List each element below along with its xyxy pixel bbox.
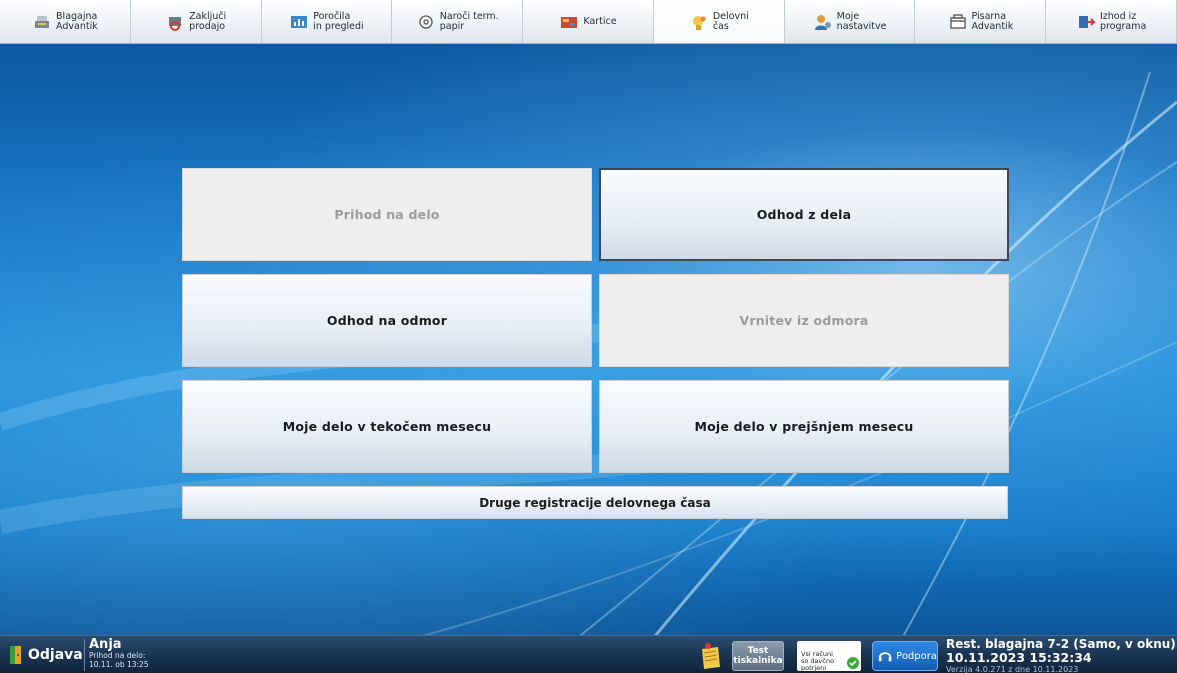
door-exit-icon — [10, 646, 21, 664]
main-toolbar: Blagajna Advantik Zaključi prodajo Poroč… — [0, 0, 1177, 44]
app-version: Verzija 4.0.271 z dne 10.11.2023 — [946, 665, 1079, 673]
toolbar-working-time[interactable]: Delovni čas — [653, 0, 785, 43]
current-user: Anja Prihod na delo: 10.11. ob 13:25 — [89, 638, 149, 669]
toolbar-label: Zaključi prodajo — [189, 10, 227, 32]
office-icon — [949, 13, 966, 29]
station-name: Rest. blagajna 7-2 (Samo, v oknu) — [946, 637, 1176, 651]
toolbar-label: Delovni čas — [712, 10, 749, 32]
leave-button[interactable]: Odhod z dela — [599, 168, 1009, 261]
toolbar-label: Poročila in pregledi — [313, 10, 364, 32]
working-time-icon — [692, 15, 706, 30]
toolbar-close-sale[interactable]: Zaključi prodajo — [131, 0, 262, 43]
status-bar: Odjava Anja Prihod na delo: 10.11. ob 13… — [0, 635, 1177, 673]
divider — [84, 639, 85, 671]
toolbar-reports[interactable]: Poročila in pregledi — [262, 0, 393, 43]
arrival-button[interactable]: Prihod na delo — [182, 168, 592, 261]
support-label: Podpora — [896, 650, 937, 662]
cash-register-icon — [35, 15, 50, 28]
toolbar-user-settings[interactable]: Moje nastavitve — [785, 0, 916, 43]
toolbar-label: Izhod iz programa — [1099, 10, 1147, 32]
break-end-button[interactable]: Vrnitev iz odmora — [599, 274, 1009, 367]
current-datetime: 10.11.2023 15:32:34 — [946, 650, 1092, 665]
toolbar-label: Naroči term. papir — [439, 10, 499, 32]
toolbar-label: Moje nastavitve — [836, 10, 887, 32]
user-name: Anja — [89, 637, 122, 652]
other-registrations-button[interactable]: Druge registracije delovnega časa — [182, 486, 1008, 519]
last-month-button[interactable]: Moje delo v prejšnjem mesecu — [599, 380, 1009, 473]
check-icon — [847, 657, 859, 669]
receipts-status-text: Vsi računi so davčno potrjeni — [801, 650, 835, 672]
headset-icon — [878, 652, 892, 662]
reports-icon — [291, 15, 308, 28]
this-month-button[interactable]: Moje delo v tekočem mesecu — [182, 380, 592, 473]
support-button[interactable]: Podpora — [872, 641, 938, 671]
cards-icon — [561, 16, 578, 28]
test-printer-button[interactable]: Test tiskalnika — [732, 641, 784, 671]
exit-icon — [1078, 15, 1096, 28]
toolbar-cash-register[interactable]: Blagajna Advantik — [0, 0, 131, 43]
toolbar-label: Kartice — [583, 15, 617, 27]
note-pin-icon — [702, 643, 720, 669]
break-start-button[interactable]: Odhod na odmor — [182, 274, 592, 367]
logout-label: Odjava — [28, 647, 83, 663]
toolbar-label: Blagajna Advantik — [56, 10, 98, 32]
toolbar-order-paper[interactable]: Naroči term. papir — [392, 0, 524, 43]
close-sale-icon — [169, 16, 182, 31]
station-info: Rest. blagajna 7-2 (Samo, v oknu) 10.11.… — [946, 637, 1177, 673]
user-arrival-time: Prihod na delo: 10.11. ob 13:25 — [89, 651, 149, 669]
toolbar-exit[interactable]: Izhod iz programa — [1046, 0, 1177, 43]
toolbar-label: Pisarna Advantik — [971, 10, 1014, 32]
toolbar-office[interactable]: Pisarna Advantik — [915, 0, 1047, 43]
user-settings-icon — [814, 14, 831, 30]
paper-roll-icon — [419, 14, 433, 29]
toolbar-cards[interactable]: Kartice — [523, 0, 654, 43]
logout-button[interactable]: Odjava — [8, 640, 83, 670]
notes-button[interactable] — [696, 641, 724, 671]
receipts-status[interactable]: Vsi računi so davčno potrjeni — [797, 641, 861, 672]
